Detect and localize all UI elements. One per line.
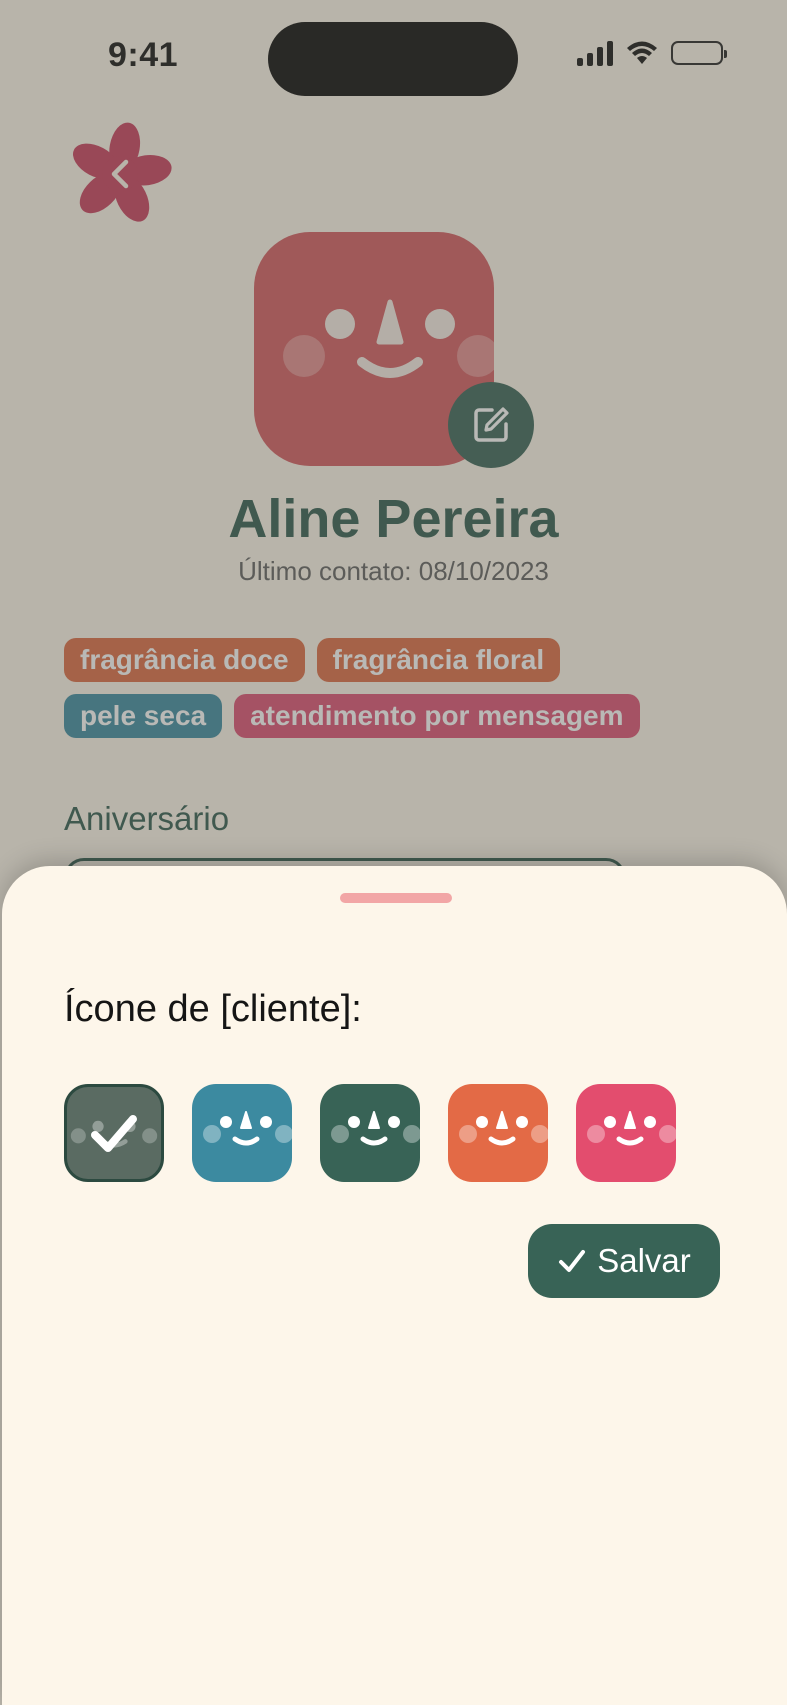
- icon-option-teal[interactable]: [192, 1084, 292, 1182]
- screen: 9:41 Aline Pereira Último contato: 08/10…: [0, 0, 787, 1705]
- icon-option-pink[interactable]: [576, 1084, 676, 1182]
- save-button-label: Salvar: [597, 1242, 691, 1279]
- face-icon: [459, 1111, 548, 1146]
- sheet-title: Ícone de [cliente]:: [64, 988, 362, 1030]
- icon-option-orange[interactable]: [448, 1084, 548, 1182]
- face-icon: [587, 1111, 676, 1146]
- check-icon: [559, 1250, 586, 1272]
- face-icon: [203, 1111, 292, 1146]
- face-icon: [331, 1111, 420, 1146]
- sheet-drag-handle[interactable]: [340, 893, 452, 903]
- icon-picker-sheet: Ícone de [cliente]: Salvar: [2, 866, 787, 1705]
- check-icon: [91, 1115, 137, 1152]
- icon-option-selected[interactable]: [64, 1084, 164, 1182]
- icon-option-green[interactable]: [320, 1084, 420, 1182]
- save-button[interactable]: Salvar: [528, 1224, 720, 1298]
- icon-options: [64, 1084, 676, 1182]
